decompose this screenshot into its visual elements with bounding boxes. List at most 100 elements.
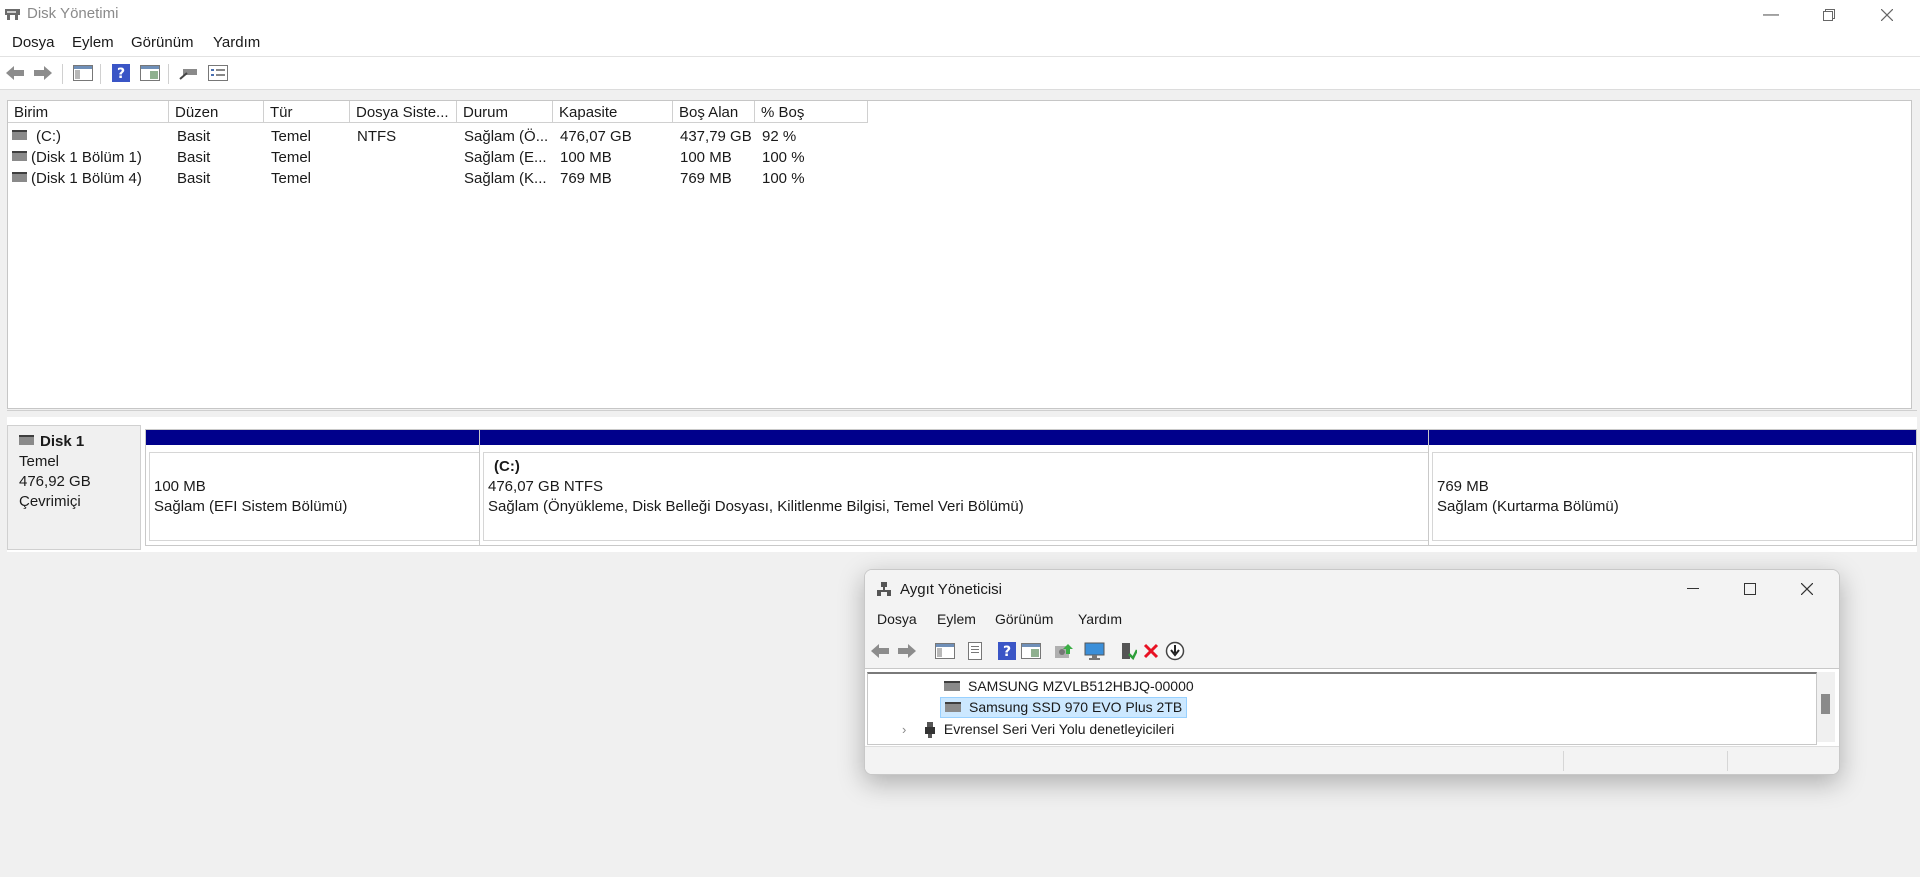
- dm-menu-action[interactable]: Eylem: [937, 611, 976, 627]
- pane-splitter[interactable]: [7, 410, 1917, 417]
- list-view-icon: [208, 65, 228, 81]
- disk-drive-icon: [944, 680, 960, 691]
- properties-button[interactable]: [139, 63, 161, 83]
- dm-action-pane-button[interactable]: [1020, 641, 1042, 661]
- free-space-cell: 769 MB: [680, 170, 732, 187]
- partition-size: 769 MB: [1437, 478, 1489, 495]
- table-row[interactable]: (Disk 1 Bölüm 4) Basit Temel Sağlam (K..…: [8, 168, 868, 189]
- menu-file[interactable]: Dosya: [12, 34, 55, 51]
- tree-item-samsung-ssd-970-evo[interactable]: Samsung SSD 970 EVO Plus 2TB: [940, 697, 1188, 718]
- volume-icon: [12, 130, 27, 141]
- column-header-percent-free[interactable]: % Boş: [755, 101, 868, 123]
- partition-band: [1429, 430, 1916, 445]
- disk-connect-icon: [179, 69, 197, 80]
- dm-download-driver-button[interactable]: [1164, 641, 1186, 661]
- column-header-free-space[interactable]: Boş Alan: [673, 101, 755, 123]
- tree-item-usb-controllers[interactable]: › Evrensel Seri Veri Yolu denetleyiciler…: [902, 719, 1174, 740]
- close-icon: [1881, 9, 1893, 21]
- volume-label: (Disk 1 Bölüm 1): [31, 149, 142, 166]
- volume-label: (Disk 1 Bölüm 4): [31, 170, 142, 187]
- status-divider: [1727, 751, 1728, 771]
- dm-menu-view[interactable]: Görünüm: [995, 611, 1053, 627]
- dm-properties-list-button[interactable]: [964, 641, 986, 661]
- list-view-button[interactable]: [207, 63, 229, 83]
- dm-console-tree-button[interactable]: [934, 641, 956, 661]
- toolbar-separator: [62, 64, 63, 84]
- minimize-button[interactable]: —: [1748, 0, 1794, 30]
- dm-update-driver-button[interactable]: [1053, 641, 1075, 661]
- volume-icon: [12, 172, 27, 183]
- back-arrow-icon: [6, 66, 24, 80]
- partition-band: [480, 430, 1434, 445]
- status-cell: Sağlam (K...: [464, 170, 547, 187]
- table-row[interactable]: (Disk 1 Bölüm 1) Basit Temel Sağlam (E..…: [8, 147, 868, 168]
- disk-info[interactable]: Disk 1 Temel 476,92 GB Çevrimiçi: [7, 425, 141, 550]
- capacity-cell: 769 MB: [560, 170, 612, 187]
- column-header-filesystem[interactable]: Dosya Siste...: [350, 101, 457, 123]
- partition-efi[interactable]: 100 MB Sağlam (EFI Sistem Bölümü): [145, 429, 484, 546]
- dm-help-button[interactable]: ?: [996, 641, 1018, 661]
- help-button[interactable]: ?: [110, 63, 132, 83]
- menu-help[interactable]: Yardım: [213, 34, 260, 51]
- capacity-cell: 476,07 GB: [560, 128, 632, 145]
- scrollbar-thumb[interactable]: [1821, 694, 1830, 714]
- menu-view[interactable]: Görünüm: [131, 34, 194, 51]
- table-row[interactable]: (C:) Basit Temel NTFS Sağlam (Ö... 476,0…: [8, 126, 868, 147]
- chevron-right-icon[interactable]: ›: [902, 719, 916, 740]
- type-cell: Temel: [271, 128, 312, 145]
- back-arrow-icon: [871, 644, 889, 658]
- maximize-icon: [1744, 583, 1756, 595]
- disk-name: Disk 1: [40, 433, 85, 450]
- status-cell: Sağlam (E...: [464, 149, 547, 166]
- dm-close-button[interactable]: [1789, 574, 1825, 604]
- disk-size: 476,92 GB: [19, 473, 91, 490]
- close-button[interactable]: [1864, 0, 1910, 30]
- tree-item-label: Samsung SSD 970 EVO Plus 2TB: [969, 699, 1183, 715]
- menu-action[interactable]: Eylem: [72, 34, 114, 51]
- dm-menu-file[interactable]: Dosya: [877, 611, 917, 627]
- dm-back-button[interactable]: [869, 641, 891, 661]
- partition-recovery[interactable]: 769 MB Sağlam (Kurtarma Bölümü): [1428, 429, 1917, 546]
- dm-scan-hardware-button[interactable]: [1084, 641, 1106, 661]
- status-cell: Sağlam (Ö...: [464, 128, 549, 145]
- partition-c[interactable]: (C:) 476,07 GB NTFS Sağlam (Önyükleme, D…: [479, 429, 1435, 546]
- tree-item-samsung-mzvlb[interactable]: SAMSUNG MZVLB512HBJQ-00000: [944, 676, 1194, 697]
- dm-maximize-button[interactable]: [1732, 574, 1768, 604]
- restore-icon: [1823, 9, 1835, 21]
- help-icon: ?: [998, 642, 1016, 660]
- dm-minimize-button[interactable]: [1675, 574, 1711, 604]
- svg-text:?: ?: [117, 66, 125, 82]
- dm-uninstall-device-button[interactable]: [1140, 641, 1162, 661]
- column-header-type[interactable]: Tür: [264, 101, 350, 123]
- properties-icon: [140, 65, 160, 81]
- dm-enable-device-button[interactable]: [1117, 641, 1139, 661]
- back-button[interactable]: [4, 63, 26, 83]
- forward-arrow-icon: [898, 644, 916, 658]
- toolbar-separator: [168, 64, 169, 84]
- dm-status-bar: [865, 746, 1839, 774]
- show-hide-tree-button[interactable]: [72, 63, 94, 83]
- partition-status: Sağlam (EFI Sistem Bölümü): [154, 498, 348, 515]
- restore-button[interactable]: [1806, 0, 1852, 30]
- volume-label: (C:): [36, 128, 61, 145]
- column-header-capacity[interactable]: Kapasite: [553, 101, 673, 123]
- dm-title-bar: Aygıt Yöneticisi: [865, 570, 1839, 608]
- update-driver-icon: [1055, 644, 1073, 658]
- partition-status: Sağlam (Önyükleme, Disk Belleği Dosyası,…: [488, 498, 1024, 515]
- column-header-layout[interactable]: Düzen: [169, 101, 264, 123]
- disk-map: Disk 1 Temel 476,92 GB Çevrimiçi 100 MB …: [7, 417, 1917, 552]
- column-header-status[interactable]: Durum: [457, 101, 553, 123]
- partition-status: Sağlam (Kurtarma Bölümü): [1437, 498, 1619, 515]
- tree-scrollbar[interactable]: [1817, 672, 1835, 742]
- device-manager-icon: [877, 582, 891, 600]
- toolbar-separator: [100, 64, 101, 84]
- monitor-scan-icon: [1084, 642, 1105, 660]
- toolbar: ?: [0, 57, 1920, 90]
- dm-forward-button[interactable]: [896, 641, 918, 661]
- column-header-volume[interactable]: Birim: [8, 101, 169, 123]
- free-space-cell: 437,79 GB: [680, 128, 752, 145]
- dm-menu-help[interactable]: Yardım: [1078, 611, 1122, 627]
- connect-disk-button[interactable]: [178, 63, 200, 83]
- partition-band: [146, 430, 483, 445]
- forward-button[interactable]: [32, 63, 54, 83]
